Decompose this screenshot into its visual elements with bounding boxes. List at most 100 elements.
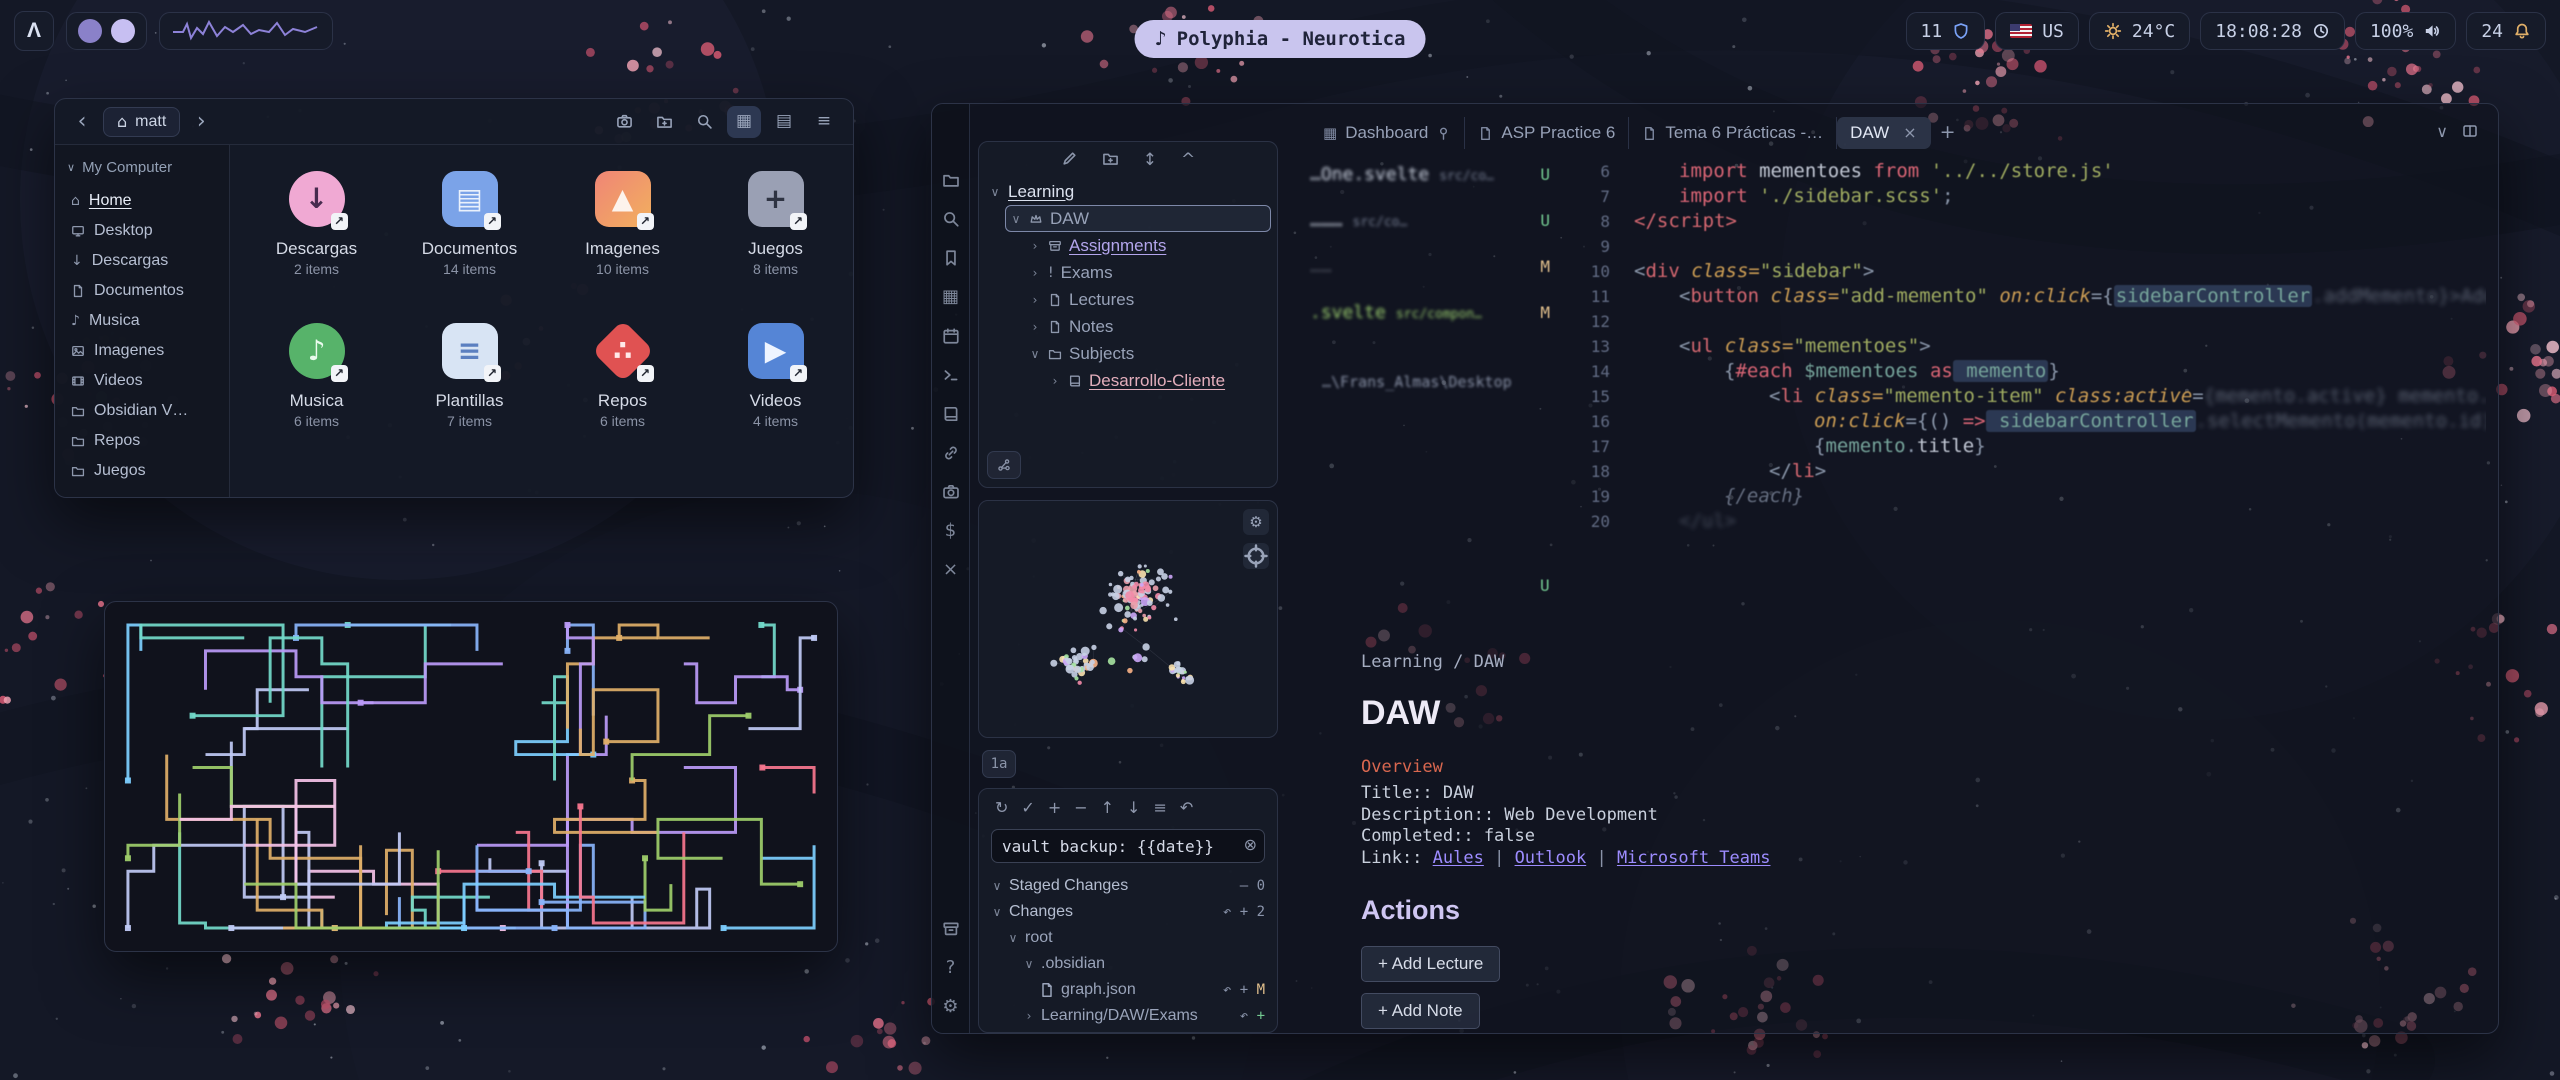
- sidebar-item-musica[interactable]: ♪Musica: [55, 306, 229, 336]
- forward-button[interactable]: ›: [186, 107, 216, 137]
- git-row-learning-daw-exams[interactable]: ›Learning/DAW/Exams↶ +: [979, 1003, 1277, 1029]
- ribbon-settings[interactable]: ⚙: [939, 995, 963, 1019]
- folder-imagenes[interactable]: ▲↗Imagenes10 items: [546, 147, 699, 299]
- list-view-button[interactable]: ▤: [767, 106, 801, 138]
- action-button-add-note[interactable]: + Add Note: [1361, 993, 1480, 1029]
- git-row-graph-json[interactable]: graph.json↶ + M: [979, 977, 1277, 1003]
- ribbon-bookmarks[interactable]: [939, 246, 963, 270]
- action-button-add-lecture[interactable]: + Add Lecture: [1361, 946, 1500, 982]
- topbar-module-keyboard-layout[interactable]: US: [1995, 12, 2079, 50]
- topbar-module-notifications[interactable]: 24: [2466, 12, 2546, 50]
- topbar-module-clock[interactable]: 18:08:28: [2200, 12, 2345, 50]
- tab-daw[interactable]: DAW×: [1837, 117, 1930, 149]
- folder-repos[interactable]: ∴↗Repos6 items: [546, 299, 699, 451]
- clear-icon[interactable]: ⊗: [1244, 837, 1257, 853]
- sidebar-item-desktop[interactable]: Desktop: [55, 216, 229, 246]
- folder-videos[interactable]: ▶↗Videos4 items: [699, 299, 852, 451]
- editor-area[interactable]: …One.sveltesrc/co…U………src/co…U……M.svelte…: [1302, 152, 2486, 1033]
- note-link-outlook[interactable]: Outlook: [1515, 848, 1587, 868]
- search-button[interactable]: [687, 106, 721, 138]
- git-row-changes[interactable]: ∨Changes↶ + 2: [979, 899, 1277, 925]
- folder-descargas[interactable]: ↓↗Descargas2 items: [240, 147, 393, 299]
- reading-mode-chip[interactable]: 1a: [982, 750, 1016, 778]
- git-down-button[interactable]: ↓: [1127, 800, 1140, 818]
- ribbon-canvas[interactable]: ▦: [939, 285, 963, 309]
- graph-focus-button[interactable]: [1243, 543, 1269, 569]
- widget-icon-2[interactable]: [111, 19, 135, 43]
- note-link-aules[interactable]: Aules: [1433, 848, 1484, 868]
- sidebar-item-home[interactable]: ⌂Home: [55, 186, 229, 216]
- git-refresh-button[interactable]: ↻: [995, 800, 1008, 818]
- git-row-root[interactable]: ∨root: [979, 925, 1277, 951]
- ribbon-terminal[interactable]: [939, 363, 963, 387]
- explorer-new-note-button[interactable]: [1061, 150, 1078, 170]
- sidebar-title[interactable]: ∨ My Computer: [55, 159, 229, 186]
- split-button[interactable]: [2462, 123, 2478, 142]
- graph-view[interactable]: [979, 501, 1277, 737]
- topbar-module-updates[interactable]: 11: [1906, 12, 1986, 50]
- sidebar-item-videos[interactable]: Videos: [55, 366, 229, 396]
- tab-dashboard[interactable]: ▦Dashboard: [1310, 117, 1465, 149]
- git-undo-button[interactable]: ↶: [1180, 800, 1193, 818]
- ribbon-link[interactable]: [939, 441, 963, 465]
- explorer-sort-button[interactable]: ↕: [1143, 150, 1157, 170]
- explorer-collapse-all-button[interactable]: ^: [1181, 150, 1195, 170]
- git-row-obsidian[interactable]: ∨.obsidian: [979, 951, 1277, 977]
- back-button[interactable]: ‹: [67, 107, 97, 137]
- note-breadcrumb[interactable]: Learning / DAW: [1361, 652, 2081, 672]
- ribbon-camera[interactable]: [939, 480, 963, 504]
- topbar-module-weather[interactable]: 24°C: [2089, 12, 2190, 50]
- widget-icon-1[interactable]: [78, 19, 102, 43]
- sidebar-item-juegos[interactable]: Juegos: [55, 456, 229, 486]
- note-link-microsoft-teams[interactable]: Microsoft Teams: [1617, 848, 1771, 868]
- tree-item-notes[interactable]: ›Notes: [1025, 313, 1271, 340]
- new-tab-button[interactable]: +: [1931, 117, 1965, 149]
- git-row-staged-changes[interactable]: ∨Staged Changes— 0: [979, 873, 1277, 899]
- git-up-button[interactable]: ↑: [1101, 800, 1114, 818]
- sidebar-item-documentos[interactable]: Documentos: [55, 276, 229, 306]
- folder-juegos[interactable]: +↗Juegos8 items: [699, 147, 852, 299]
- graph-settings-button[interactable]: ⚙: [1243, 509, 1269, 535]
- screenshot-button[interactable]: [607, 106, 641, 138]
- git-check-button[interactable]: ✓: [1021, 800, 1034, 818]
- breadcrumb[interactable]: ⌂ matt: [103, 107, 180, 137]
- tab-list-button[interactable]: ∨: [2436, 123, 2448, 142]
- folder-plantillas[interactable]: ≡↗Plantillas7 items: [393, 299, 546, 451]
- ribbon-currency[interactable]: $: [939, 519, 963, 543]
- tree-item-exams[interactable]: ›!Exams: [1025, 259, 1271, 286]
- topbar-widgets[interactable]: [66, 12, 147, 50]
- folder-musica[interactable]: ♪↗Musica6 items: [240, 299, 393, 451]
- tree-item-desarrollo-cliente[interactable]: ›Desarrollo-Cliente: [1045, 367, 1271, 394]
- sidebar-item-repos[interactable]: Repos: [55, 426, 229, 456]
- tree-item-learning[interactable]: ∨Learning: [985, 178, 1271, 205]
- ribbon-files[interactable]: [939, 168, 963, 192]
- explorer-new-folder-button[interactable]: [1102, 150, 1119, 170]
- menu-button[interactable]: ≡: [807, 106, 841, 138]
- tree-item-lectures[interactable]: ›Lectures: [1025, 286, 1271, 313]
- ribbon-search[interactable]: [939, 207, 963, 231]
- tree-item-daw[interactable]: ∨DAW: [1005, 205, 1271, 232]
- commit-message-input[interactable]: [991, 829, 1265, 863]
- grid-view-button[interactable]: ▦: [727, 106, 761, 138]
- topbar-module-volume[interactable]: 100%: [2355, 12, 2456, 50]
- sidebar-item-descargas[interactable]: ↓Descargas: [55, 246, 229, 276]
- ribbon-book[interactable]: [939, 402, 963, 426]
- git-minus-button[interactable]: −: [1074, 800, 1087, 818]
- git-menu-button[interactable]: ≡: [1153, 800, 1166, 818]
- now-playing[interactable]: ♪ Polyphia - Neurotica: [1135, 20, 1426, 58]
- graph-chip[interactable]: [987, 451, 1021, 479]
- tree-item-subjects[interactable]: ∨Subjects: [1025, 340, 1271, 367]
- folder-documentos[interactable]: ▤↗Documentos14 items: [393, 147, 546, 299]
- git-plus-button[interactable]: +: [1048, 800, 1061, 818]
- tab-tema-6-pr-cticas[interactable]: Tema 6 Prácticas -…: [1629, 117, 1837, 149]
- launcher-button[interactable]: Λ: [14, 11, 54, 51]
- new-folder-button[interactable]: [647, 106, 681, 138]
- ribbon-calendar[interactable]: [939, 324, 963, 348]
- ribbon-sync[interactable]: [939, 917, 963, 941]
- ribbon-help[interactable]: ?: [939, 956, 963, 980]
- sidebar-item-obsidian-v[interactable]: Obsidian V…: [55, 396, 229, 426]
- tab-close-icon[interactable]: ×: [1903, 125, 1916, 141]
- sidebar-item-imagenes[interactable]: Imagenes: [55, 336, 229, 366]
- tab-asp-practice-6[interactable]: ASP Practice 6: [1465, 117, 1629, 149]
- ribbon-random[interactable]: ×: [939, 558, 963, 582]
